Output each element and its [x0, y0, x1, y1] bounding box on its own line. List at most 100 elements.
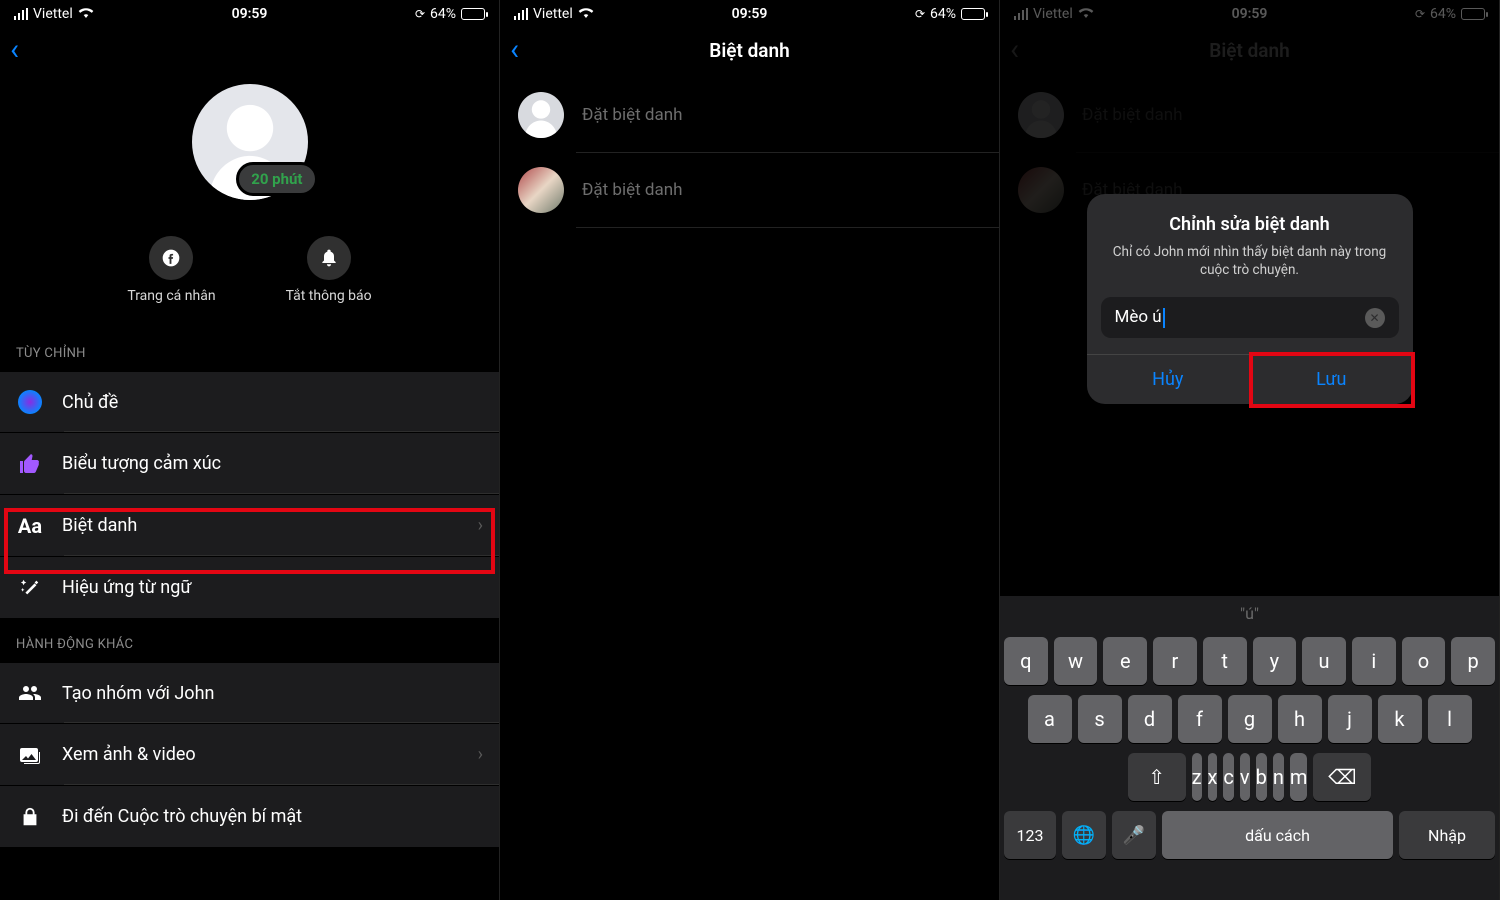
nickname-row[interactable]: Đặt biệt danh: [500, 153, 999, 227]
key-q[interactable]: q: [1004, 637, 1048, 685]
key-h[interactable]: h: [1278, 695, 1322, 743]
nickname-placeholder: Đặt biệt danh: [582, 105, 683, 125]
row-emoji[interactable]: Biểu tượng cảm xúc: [0, 433, 499, 495]
key-f[interactable]: f: [1178, 695, 1222, 743]
clear-input-icon[interactable]: ✕: [1365, 308, 1385, 328]
keyboard-suggestion[interactable]: "ú": [1004, 602, 1495, 627]
nickname-list: Đặt biệt danh Đặt biệt danh: [500, 72, 999, 228]
theme-icon: [16, 390, 44, 414]
row-theme[interactable]: Chủ đề: [0, 371, 499, 433]
nav-bar: ‹ Biệt danh: [500, 28, 999, 72]
profile-hero: 20 phút Trang cá nhân Tắt thông báo: [0, 72, 499, 328]
signal-icon: [14, 8, 28, 20]
key-z[interactable]: z: [1192, 753, 1202, 801]
key-s[interactable]: s: [1078, 695, 1122, 743]
profile-action-label: Trang cá nhân: [127, 288, 215, 304]
globe-key[interactable]: 🌐: [1062, 811, 1106, 859]
battery-pct: 64%: [930, 6, 956, 22]
shift-key[interactable]: ⇧: [1128, 753, 1186, 801]
row-view-media[interactable]: Xem ảnh & video ›: [0, 724, 499, 786]
cancel-button[interactable]: Hủy: [1087, 355, 1251, 404]
key-i[interactable]: i: [1352, 637, 1396, 685]
edit-nickname-dialog: Chỉnh sửa biệt danh Chỉ có John mới nhìn…: [1087, 194, 1413, 404]
save-button[interactable]: Lưu: [1250, 355, 1413, 404]
battery-icon: [461, 8, 485, 20]
more-actions-list: Tạo nhóm với John Xem ảnh & video › Đi đ…: [0, 662, 499, 848]
key-k[interactable]: k: [1378, 695, 1422, 743]
aa-icon: Aa: [16, 514, 44, 538]
key-t[interactable]: t: [1203, 637, 1247, 685]
wifi-icon: [1078, 6, 1094, 22]
numbers-key[interactable]: 123: [1004, 811, 1056, 859]
clock: 09:59: [1232, 6, 1268, 22]
dialog-subtitle: Chỉ có John mới nhìn thấy biệt danh này …: [1105, 243, 1395, 279]
nickname-row[interactable]: Đặt biệt danh: [500, 78, 999, 152]
backspace-key[interactable]: ⌫: [1313, 753, 1371, 801]
key-j[interactable]: j: [1328, 695, 1372, 743]
avatar-icon: [518, 92, 564, 138]
row-emoji-label: Biểu tượng cảm xúc: [62, 453, 483, 474]
battery-pct: 64%: [430, 6, 456, 22]
wifi-icon: [78, 6, 94, 22]
ios-keyboard[interactable]: "ú" qwertyuiop asdfghjkl ⇧ zxcvbnm ⌫ 123…: [1000, 596, 1499, 900]
screen-edit-nickname: Viettel 09:59 ⟳ 64% ‹ Biệt danh Đặt biệt…: [1000, 0, 1500, 900]
key-e[interactable]: e: [1103, 637, 1147, 685]
keyboard-row-3: ⇧ zxcvbnm ⌫: [1004, 753, 1495, 801]
back-button[interactable]: ‹: [1000, 35, 1029, 65]
key-c[interactable]: c: [1223, 753, 1233, 801]
key-d[interactable]: d: [1128, 695, 1172, 743]
status-bar: Viettel 09:59 ⟳ 64%: [1000, 0, 1499, 28]
chevron-right-icon: ›: [478, 744, 483, 765]
customize-list: Chủ đề Biểu tượng cảm xúc Aa Biệt danh ›…: [0, 371, 499, 619]
media-icon: [16, 743, 44, 767]
rotation-lock-icon: ⟳: [415, 7, 425, 21]
space-key[interactable]: dấu cách: [1162, 811, 1393, 859]
row-nickname[interactable]: Aa Biệt danh ›: [0, 495, 499, 557]
key-n[interactable]: n: [1273, 753, 1284, 801]
chevron-right-icon: ›: [478, 515, 483, 536]
key-u[interactable]: u: [1302, 637, 1346, 685]
signal-icon: [514, 8, 528, 20]
keyboard-row-1: qwertyuiop: [1004, 637, 1495, 685]
key-p[interactable]: p: [1451, 637, 1495, 685]
key-x[interactable]: x: [1208, 753, 1218, 801]
mute-action[interactable]: Tắt thông báo: [286, 236, 372, 304]
profile-action[interactable]: Trang cá nhân: [127, 236, 215, 304]
rotation-lock-icon: ⟳: [1415, 7, 1425, 21]
key-r[interactable]: r: [1153, 637, 1197, 685]
key-o[interactable]: o: [1402, 637, 1446, 685]
mic-key[interactable]: 🎤: [1112, 811, 1156, 859]
row-view-media-label: Xem ảnh & video: [62, 744, 460, 765]
section-more-header: HÀNH ĐỘNG KHÁC: [0, 619, 499, 662]
battery-icon: [1461, 8, 1485, 20]
carrier-label: Viettel: [533, 6, 573, 22]
nickname-input[interactable]: Mèo ú: [1101, 297, 1399, 338]
row-secret-conversation[interactable]: Đi đến Cuộc trò chuyện bí mật: [0, 786, 499, 848]
nickname-placeholder: Đặt biệt danh: [1082, 105, 1183, 125]
key-a[interactable]: a: [1028, 695, 1072, 743]
back-button[interactable]: ‹: [500, 35, 529, 65]
key-l[interactable]: l: [1428, 695, 1472, 743]
page-title: Biệt danh: [1209, 39, 1289, 62]
key-g[interactable]: g: [1228, 695, 1272, 743]
key-v[interactable]: v: [1240, 753, 1250, 801]
row-word-effects[interactable]: Hiệu ứng từ ngữ: [0, 557, 499, 619]
nickname-input-value: Mèo ú: [1115, 307, 1162, 327]
row-word-effects-label: Hiệu ứng từ ngữ: [62, 577, 483, 598]
row-create-group[interactable]: Tạo nhóm với John: [0, 662, 499, 724]
back-button[interactable]: ‹: [0, 35, 29, 65]
row-theme-label: Chủ đề: [62, 392, 483, 413]
avatar-photo: [518, 167, 564, 213]
key-b[interactable]: b: [1256, 753, 1267, 801]
section-customize-header: TÙY CHỈNH: [0, 328, 499, 371]
key-w[interactable]: w: [1054, 637, 1098, 685]
status-bar: Viettel 09:59 ⟳ 64%: [0, 0, 499, 28]
wand-icon: [16, 577, 44, 599]
nickname-row[interactable]: Đặt biệt danh: [1000, 78, 1499, 152]
key-m[interactable]: m: [1290, 753, 1308, 801]
enter-key[interactable]: Nhập: [1399, 811, 1495, 859]
page-title: Biệt danh: [709, 39, 789, 62]
keyboard-row-2: asdfghjkl: [1004, 695, 1495, 743]
clock: 09:59: [732, 6, 768, 22]
key-y[interactable]: y: [1253, 637, 1297, 685]
